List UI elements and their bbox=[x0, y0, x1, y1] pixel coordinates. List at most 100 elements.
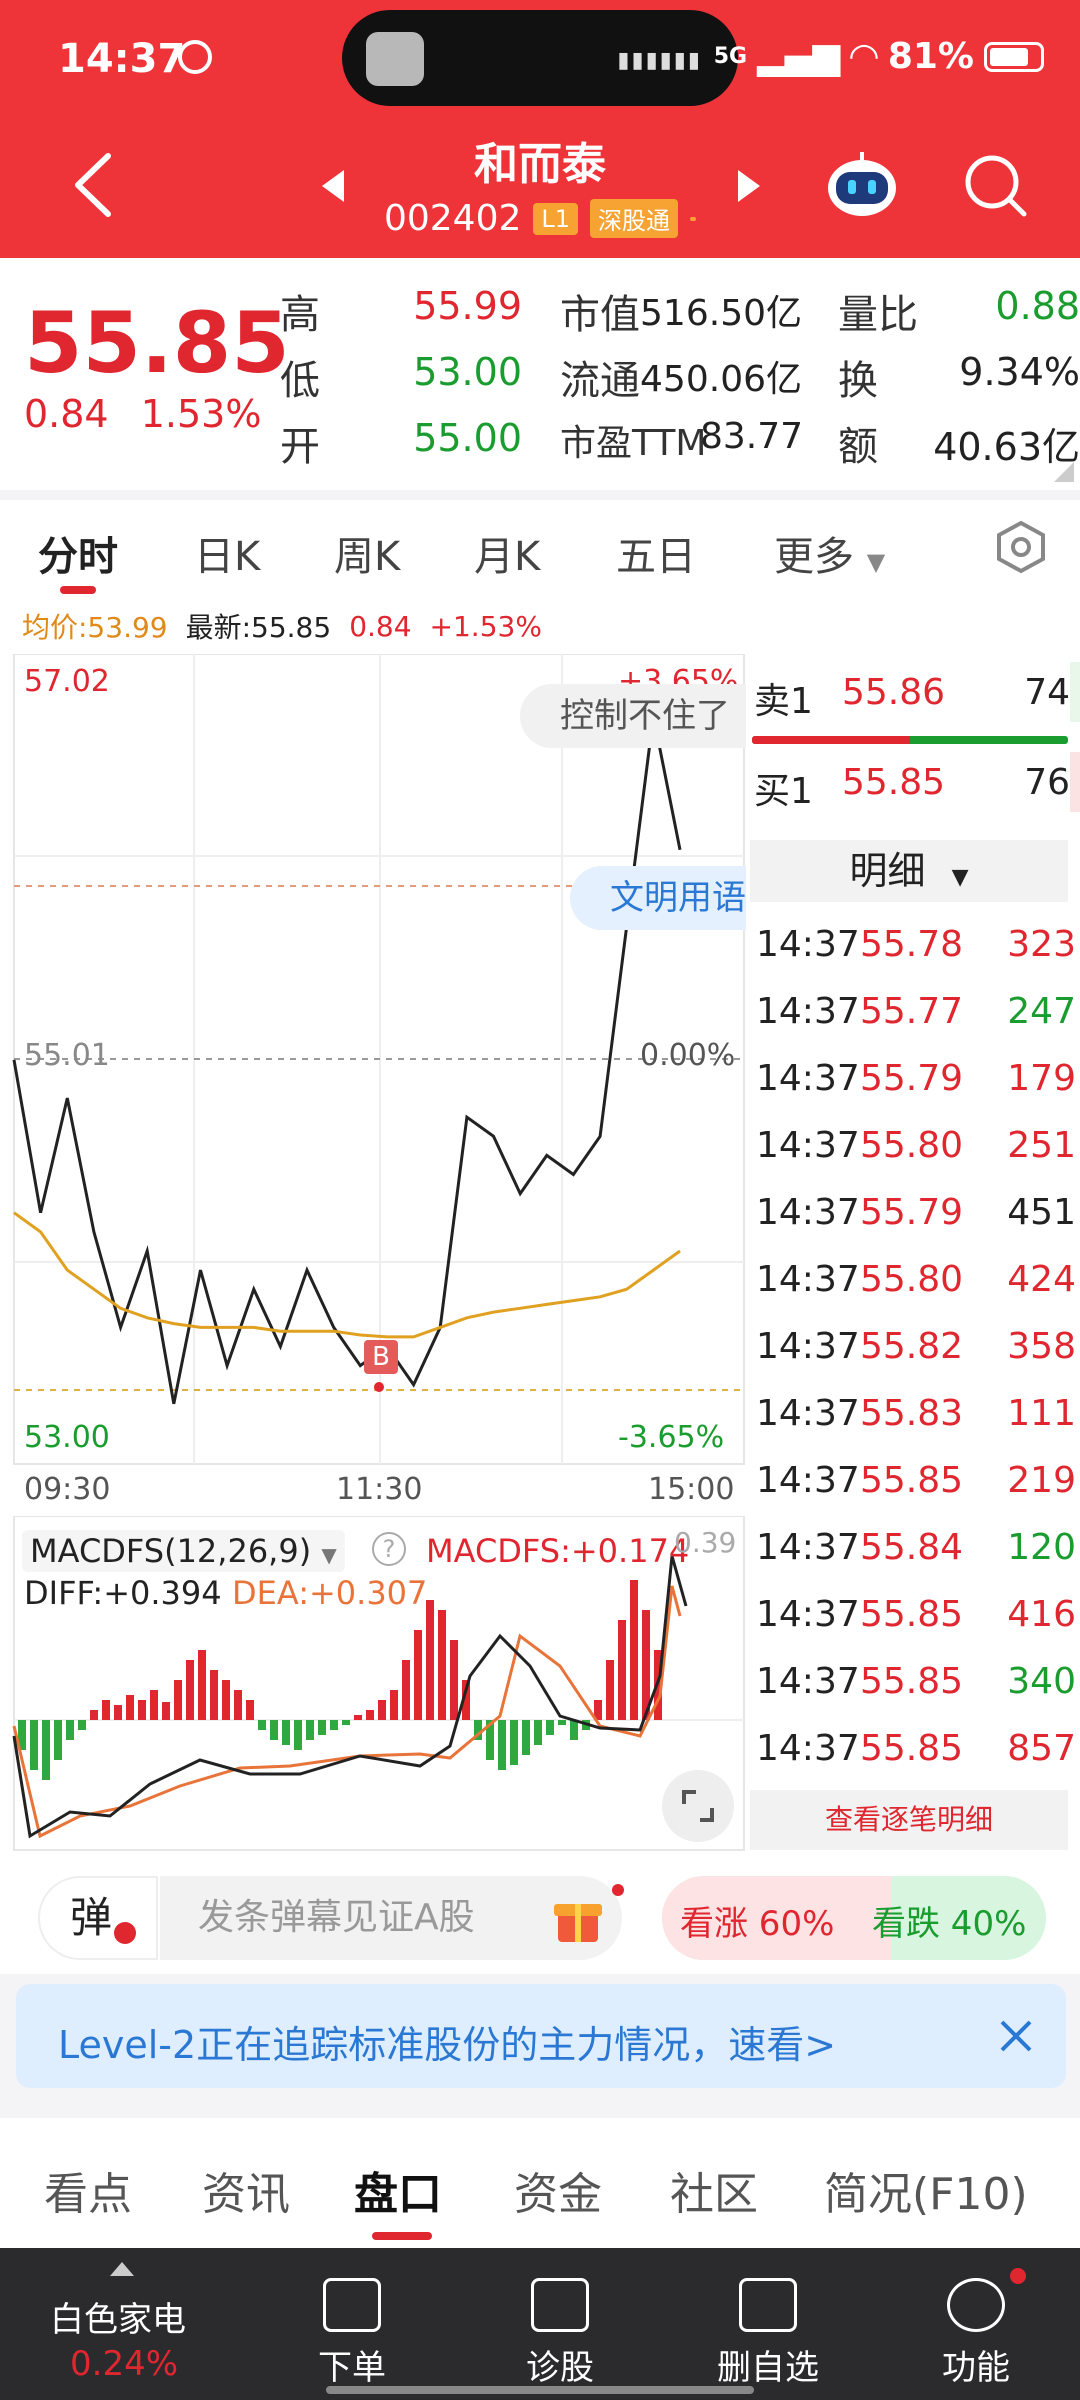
stock-name: 和而泰 bbox=[474, 139, 606, 190]
trade-time: 14:37 bbox=[756, 1661, 860, 1702]
tab-news[interactable]: 资讯 bbox=[202, 2158, 290, 2222]
status-indicators: 5G ▂▄▆ ◠ 81% bbox=[714, 36, 1044, 77]
help-icon[interactable]: ? bbox=[372, 1532, 406, 1566]
macd-bar bbox=[270, 1720, 278, 1740]
macd-bar bbox=[570, 1720, 578, 1740]
trade-price: 55.82 bbox=[860, 1326, 964, 1367]
trade-price: 55.85 bbox=[860, 1728, 964, 1769]
trade-volume: 451 bbox=[1007, 1192, 1076, 1233]
trade-time: 14:37 bbox=[756, 1594, 860, 1635]
diagnose-button[interactable]: 诊股 bbox=[490, 2278, 630, 2389]
trade-volume: 251 bbox=[1007, 1125, 1076, 1166]
gift-icon[interactable] bbox=[550, 1890, 606, 1946]
chevron-down-icon: ▼ bbox=[321, 1543, 337, 1567]
menu-icon bbox=[947, 2278, 1005, 2332]
view-tick-detail-button[interactable]: 查看逐笔明细 bbox=[750, 1790, 1068, 1850]
search-icon[interactable] bbox=[962, 152, 1028, 218]
legend-change: 0.84 bbox=[349, 609, 412, 643]
tab-highlights[interactable]: 看点 bbox=[44, 2158, 132, 2222]
audio-wave-icon: ▮▮▮▮▮▮ bbox=[617, 48, 702, 73]
x-axis-label-close: 15:00 bbox=[648, 1472, 735, 1507]
high-label: 高 bbox=[280, 292, 320, 338]
macd-bar bbox=[510, 1720, 518, 1765]
macd-bar bbox=[294, 1720, 302, 1750]
low-value: 53.00 bbox=[413, 350, 522, 394]
amount-label: 额 bbox=[838, 424, 878, 470]
tab-monthly-k[interactable]: 月K bbox=[474, 524, 540, 582]
app-icon bbox=[366, 32, 424, 86]
sentiment-vote: 看涨 60% 看跌 40% bbox=[662, 1876, 1046, 1960]
open-label: 开 bbox=[280, 424, 320, 470]
bid-ask-ratio-buy bbox=[752, 736, 910, 744]
macd-bar bbox=[522, 1720, 530, 1755]
tab-more[interactable]: 更多 ▼ bbox=[774, 524, 885, 582]
buy-marker[interactable]: B bbox=[364, 1340, 398, 1374]
danmaku-bar: 弹 发条弹幕见证A股 看涨 60% 看跌 40% bbox=[0, 1854, 1080, 1974]
trade-price: 55.84 bbox=[860, 1527, 964, 1568]
sector-name[interactable]: 白色家电 bbox=[50, 2292, 186, 2341]
level2-promo-banner[interactable]: Level-2正在追踪标准股份的主力情况，速看> bbox=[16, 1984, 1066, 2088]
next-stock-icon[interactable] bbox=[734, 168, 764, 204]
intraday-chart-area[interactable]: 57.02 55.01 53.00 +3.65% 0.00% -3.65% 控制… bbox=[0, 654, 746, 1854]
trade-volume: 219 bbox=[1007, 1460, 1076, 1501]
macd-bar bbox=[546, 1720, 554, 1735]
tab-order-panel[interactable]: 盘口 bbox=[354, 2158, 442, 2222]
macd-indicator-selector[interactable]: MACDFS(12,26,9) ▼ bbox=[22, 1530, 345, 1572]
macd-bar bbox=[534, 1720, 542, 1745]
tab-f10[interactable]: 简况(F10) bbox=[824, 2158, 1028, 2222]
x-axis-label-open: 09:30 bbox=[24, 1472, 111, 1507]
trade-price: 55.80 bbox=[860, 1259, 964, 1300]
vote-down-button[interactable]: 看跌 40% bbox=[872, 1896, 1026, 1945]
tab-weekly-k[interactable]: 周K bbox=[334, 524, 400, 582]
chart-settings-icon[interactable] bbox=[994, 520, 1048, 574]
chevron-up-icon bbox=[110, 2262, 134, 2276]
tab-capital[interactable]: 资金 bbox=[514, 2158, 602, 2222]
fullscreen-icon bbox=[682, 1790, 714, 1822]
y-axis-top-label: 57.02 bbox=[24, 664, 110, 699]
danmaku-toggle-label: 弹 bbox=[70, 1893, 113, 1942]
macd-bar bbox=[66, 1720, 74, 1740]
trade-time: 14:37 bbox=[756, 1460, 860, 1501]
trade-price: 55.85 bbox=[860, 1594, 964, 1635]
sector-change: 0.24% bbox=[70, 2344, 179, 2384]
danmaku-toggle[interactable]: 弹 bbox=[38, 1876, 158, 1960]
close-icon[interactable] bbox=[996, 2016, 1036, 2056]
expand-corner-icon[interactable] bbox=[1054, 462, 1074, 482]
trade-row: 14:37 55.85 219 bbox=[756, 1460, 1076, 1501]
tab-daily-k[interactable]: 日K bbox=[194, 524, 260, 582]
trade-time: 14:37 bbox=[756, 1259, 860, 1300]
volume-ratio-label: 量比 bbox=[838, 292, 918, 338]
trade-row: 14:37 55.84 120 bbox=[756, 1527, 1076, 1568]
trade-price: 55.78 bbox=[860, 924, 964, 965]
fullscreen-button[interactable] bbox=[662, 1770, 734, 1842]
tab-community[interactable]: 社区 bbox=[670, 2158, 758, 2222]
extra-tag bbox=[690, 216, 697, 221]
buy-marker-dot bbox=[374, 1382, 384, 1392]
macd-bar bbox=[438, 1610, 446, 1720]
trade-volume: 424 bbox=[1007, 1259, 1076, 1300]
robot-assistant-icon[interactable] bbox=[822, 148, 902, 220]
macd-bar bbox=[150, 1690, 158, 1720]
functions-button[interactable]: 功能 bbox=[906, 2278, 1046, 2389]
macd-bar bbox=[78, 1720, 86, 1730]
tab-intraday[interactable]: 分时 bbox=[38, 524, 118, 582]
price-change: 0.84 bbox=[24, 392, 109, 436]
trade-price: 55.85 bbox=[860, 1661, 964, 1702]
tab-more-label: 更多 bbox=[774, 534, 854, 580]
order-book-panel: 卖1 55.86 74 买1 55.85 76 明细 ▼ 14:37 55.78 3… bbox=[746, 654, 1080, 1854]
network-type: 5G bbox=[713, 44, 748, 69]
macd-axis-top: 0.39 bbox=[674, 1526, 737, 1559]
remove-watchlist-button[interactable]: 删自选 bbox=[698, 2278, 838, 2389]
pe-label: 市盈TTM bbox=[560, 423, 707, 464]
detail-header[interactable]: 明细 ▼ bbox=[750, 840, 1068, 902]
tab-five-day[interactable]: 五日 bbox=[616, 524, 696, 582]
trade-row: 14:37 55.79 179 bbox=[756, 1058, 1076, 1099]
macd-bar bbox=[54, 1720, 62, 1760]
check-icon bbox=[114, 1922, 136, 1944]
change-row: 0.84 1.53% bbox=[24, 392, 261, 436]
sell1-volume: 74 bbox=[1024, 672, 1070, 713]
intraday-legend: 均价:53.99 最新:55.85 0.84 +1.53% bbox=[0, 598, 1080, 654]
y-axis-mid-label: 55.01 bbox=[24, 1038, 110, 1073]
place-order-button[interactable]: 下单 bbox=[282, 2278, 422, 2389]
vote-up-button[interactable]: 看涨 60% bbox=[680, 1896, 834, 1945]
